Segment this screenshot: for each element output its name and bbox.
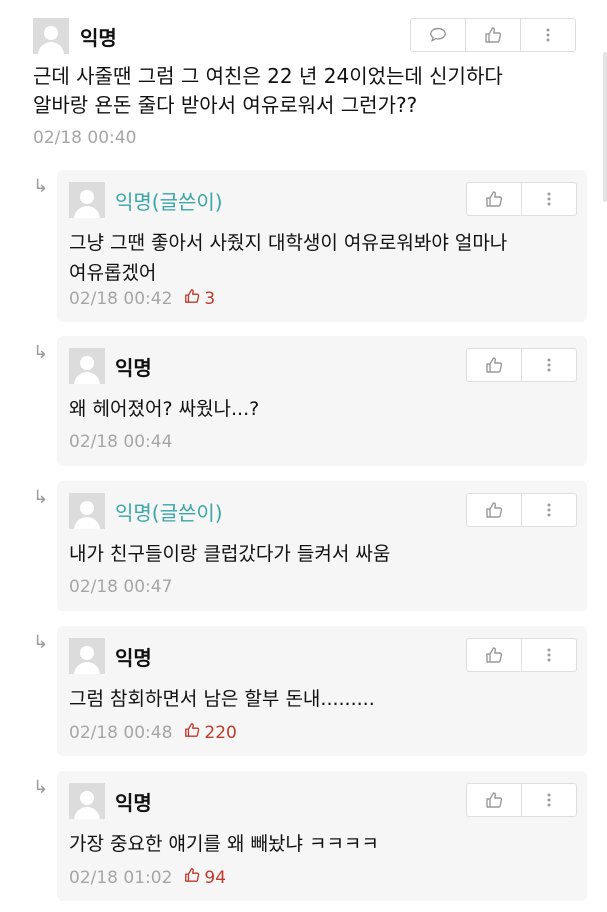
reply-author: 익명 xyxy=(115,646,152,670)
thumbs-up-icon xyxy=(484,26,502,44)
reply-text-line: 내가 친구들이랑 클럽갔다가 들켜서 싸움 xyxy=(69,543,391,565)
reply-text: 왜 헤어졌어? 싸웠나...? xyxy=(69,394,569,424)
reply-actions xyxy=(466,182,577,216)
thumbs-up-icon xyxy=(485,646,503,664)
reply-timestamp: 02/18 00:48 xyxy=(69,722,173,743)
reply-actions xyxy=(466,783,577,817)
like-count-value: 220 xyxy=(204,722,237,743)
thumbs-up-icon xyxy=(485,190,503,208)
comment-actions xyxy=(410,18,576,52)
like-button[interactable] xyxy=(467,639,521,671)
comment-author: 익명 xyxy=(80,26,117,50)
avatar xyxy=(69,348,105,384)
comment-timestamp: 02/18 00:40 xyxy=(33,128,137,148)
more-button[interactable] xyxy=(521,639,576,671)
reply-timestamp: 02/18 00:44 xyxy=(69,432,173,452)
vertical-dots-icon xyxy=(546,792,552,808)
like-count: 220 xyxy=(184,722,237,743)
reply-card: 익명 그럼 참회하면서 남은 할부 돈내......... 02/18 00:4… xyxy=(57,626,587,756)
reply-card: 익명(글쓴이) 그냥 그땐 좋아서 사줬지 대학생이 여유로워봐야 얼마나 여유… xyxy=(57,170,587,322)
comment: 익명 근데 사줄땐 그럼 그 여친은 22 년 24이었는데 신기하다 알바랑 … xyxy=(0,0,607,160)
reply-button[interactable] xyxy=(411,19,465,51)
reply-text: 가장 중요한 얘기를 왜 빼놨냐 ㅋㅋㅋㅋ xyxy=(69,829,569,859)
reply-arrow-icon: ↳ xyxy=(33,632,49,653)
reply-timestamp: 02/18 00:47 xyxy=(69,577,173,597)
reply-arrow-icon: ↳ xyxy=(33,487,49,508)
more-button[interactable] xyxy=(520,19,575,51)
reply-text-line: 그냥 그땐 좋아서 사줬지 대학생이 여유로워봐야 얼마나 xyxy=(69,232,508,254)
like-count-value: 94 xyxy=(204,867,227,888)
reply-card: 익명 가장 중요한 얘기를 왜 빼놨냐 ㅋㅋㅋㅋ 02/18 01:02 94 xyxy=(57,771,587,901)
reply-meta: 02/18 01:02 94 xyxy=(69,867,226,888)
thumbs-up-icon xyxy=(184,722,204,743)
thumbs-up-icon xyxy=(485,356,503,374)
speech-bubble-icon xyxy=(429,27,447,43)
avatar xyxy=(69,493,105,529)
reply-actions xyxy=(466,493,577,527)
thumbs-up-icon xyxy=(485,791,503,809)
reply-timestamp: 02/18 00:42 xyxy=(69,288,173,309)
reply-text-line: 여유롭겠어 xyxy=(69,262,157,284)
reply-meta: 02/18 00:44 xyxy=(69,432,172,452)
more-button[interactable] xyxy=(521,784,576,816)
reply-text: 그냥 그땐 좋아서 사줬지 대학생이 여유로워봐야 얼마나 여유롭겠어 xyxy=(69,228,569,288)
comment-text: 근데 사줄땐 그럼 그 여친은 22 년 24이었는데 신기하다 알바랑 욘돈 … xyxy=(33,62,593,120)
vertical-dots-icon xyxy=(546,357,552,373)
avatar xyxy=(33,18,69,54)
thumbs-up-icon xyxy=(184,867,204,888)
like-count: 94 xyxy=(184,867,226,888)
like-button[interactable] xyxy=(467,494,521,526)
reply-meta: 02/18 00:47 xyxy=(69,577,172,597)
like-button[interactable] xyxy=(467,349,521,381)
reply-text-line: 왜 헤어졌어? 싸웠나...? xyxy=(69,398,260,420)
reply-arrow-icon: ↳ xyxy=(33,342,49,363)
reply-text: 내가 친구들이랑 클럽갔다가 들켜서 싸움 xyxy=(69,539,569,569)
more-button[interactable] xyxy=(521,349,576,381)
reply-meta: 02/18 00:42 3 xyxy=(69,288,215,309)
like-count-value: 3 xyxy=(204,288,216,309)
reply-card: 익명(글쓴이) 내가 친구들이랑 클럽갔다가 들켜서 싸움 02/18 00:4… xyxy=(57,481,587,611)
reply-author: 익명 xyxy=(115,356,152,380)
reply-author: 익명(글쓴이) xyxy=(115,190,223,214)
reply-meta: 02/18 00:48 220 xyxy=(69,722,237,743)
vertical-dots-icon xyxy=(546,502,552,518)
reply-actions xyxy=(466,348,577,382)
comment-text-line: 근데 사줄땐 그럼 그 여친은 22 년 24이었는데 신기하다 xyxy=(33,64,503,88)
comment-text-line: 알바랑 욘돈 줄다 받아서 여유로워서 그런가?? xyxy=(33,93,418,117)
like-button[interactable] xyxy=(467,183,521,215)
reply-arrow-icon: ↳ xyxy=(33,176,49,197)
vertical-dots-icon xyxy=(546,191,552,207)
reply-author: 익명(글쓴이) xyxy=(115,501,223,525)
reply-text: 그럼 참회하면서 남은 할부 돈내......... xyxy=(69,684,569,714)
avatar xyxy=(69,783,105,819)
like-count: 3 xyxy=(184,288,215,309)
reply-author: 익명 xyxy=(115,791,152,815)
more-button[interactable] xyxy=(521,494,576,526)
reply-card: 익명 왜 헤어졌어? 싸웠나...? 02/18 00:44 xyxy=(57,336,587,466)
avatar xyxy=(69,182,105,218)
like-button[interactable] xyxy=(465,19,520,51)
reply-timestamp: 02/18 01:02 xyxy=(69,867,173,888)
avatar xyxy=(69,638,105,674)
reply-text-line: 그럼 참회하면서 남은 할부 돈내......... xyxy=(69,688,375,710)
reply-text-line: 가장 중요한 얘기를 왜 빼놨냐 ㅋㅋㅋㅋ xyxy=(69,833,379,855)
more-button[interactable] xyxy=(521,183,576,215)
like-button[interactable] xyxy=(467,784,521,816)
vertical-dots-icon xyxy=(546,647,552,663)
thumbs-up-icon xyxy=(184,288,204,309)
reply-actions xyxy=(466,638,577,672)
thumbs-up-icon xyxy=(485,501,503,519)
vertical-dots-icon xyxy=(545,27,551,43)
reply-arrow-icon: ↳ xyxy=(33,777,49,798)
